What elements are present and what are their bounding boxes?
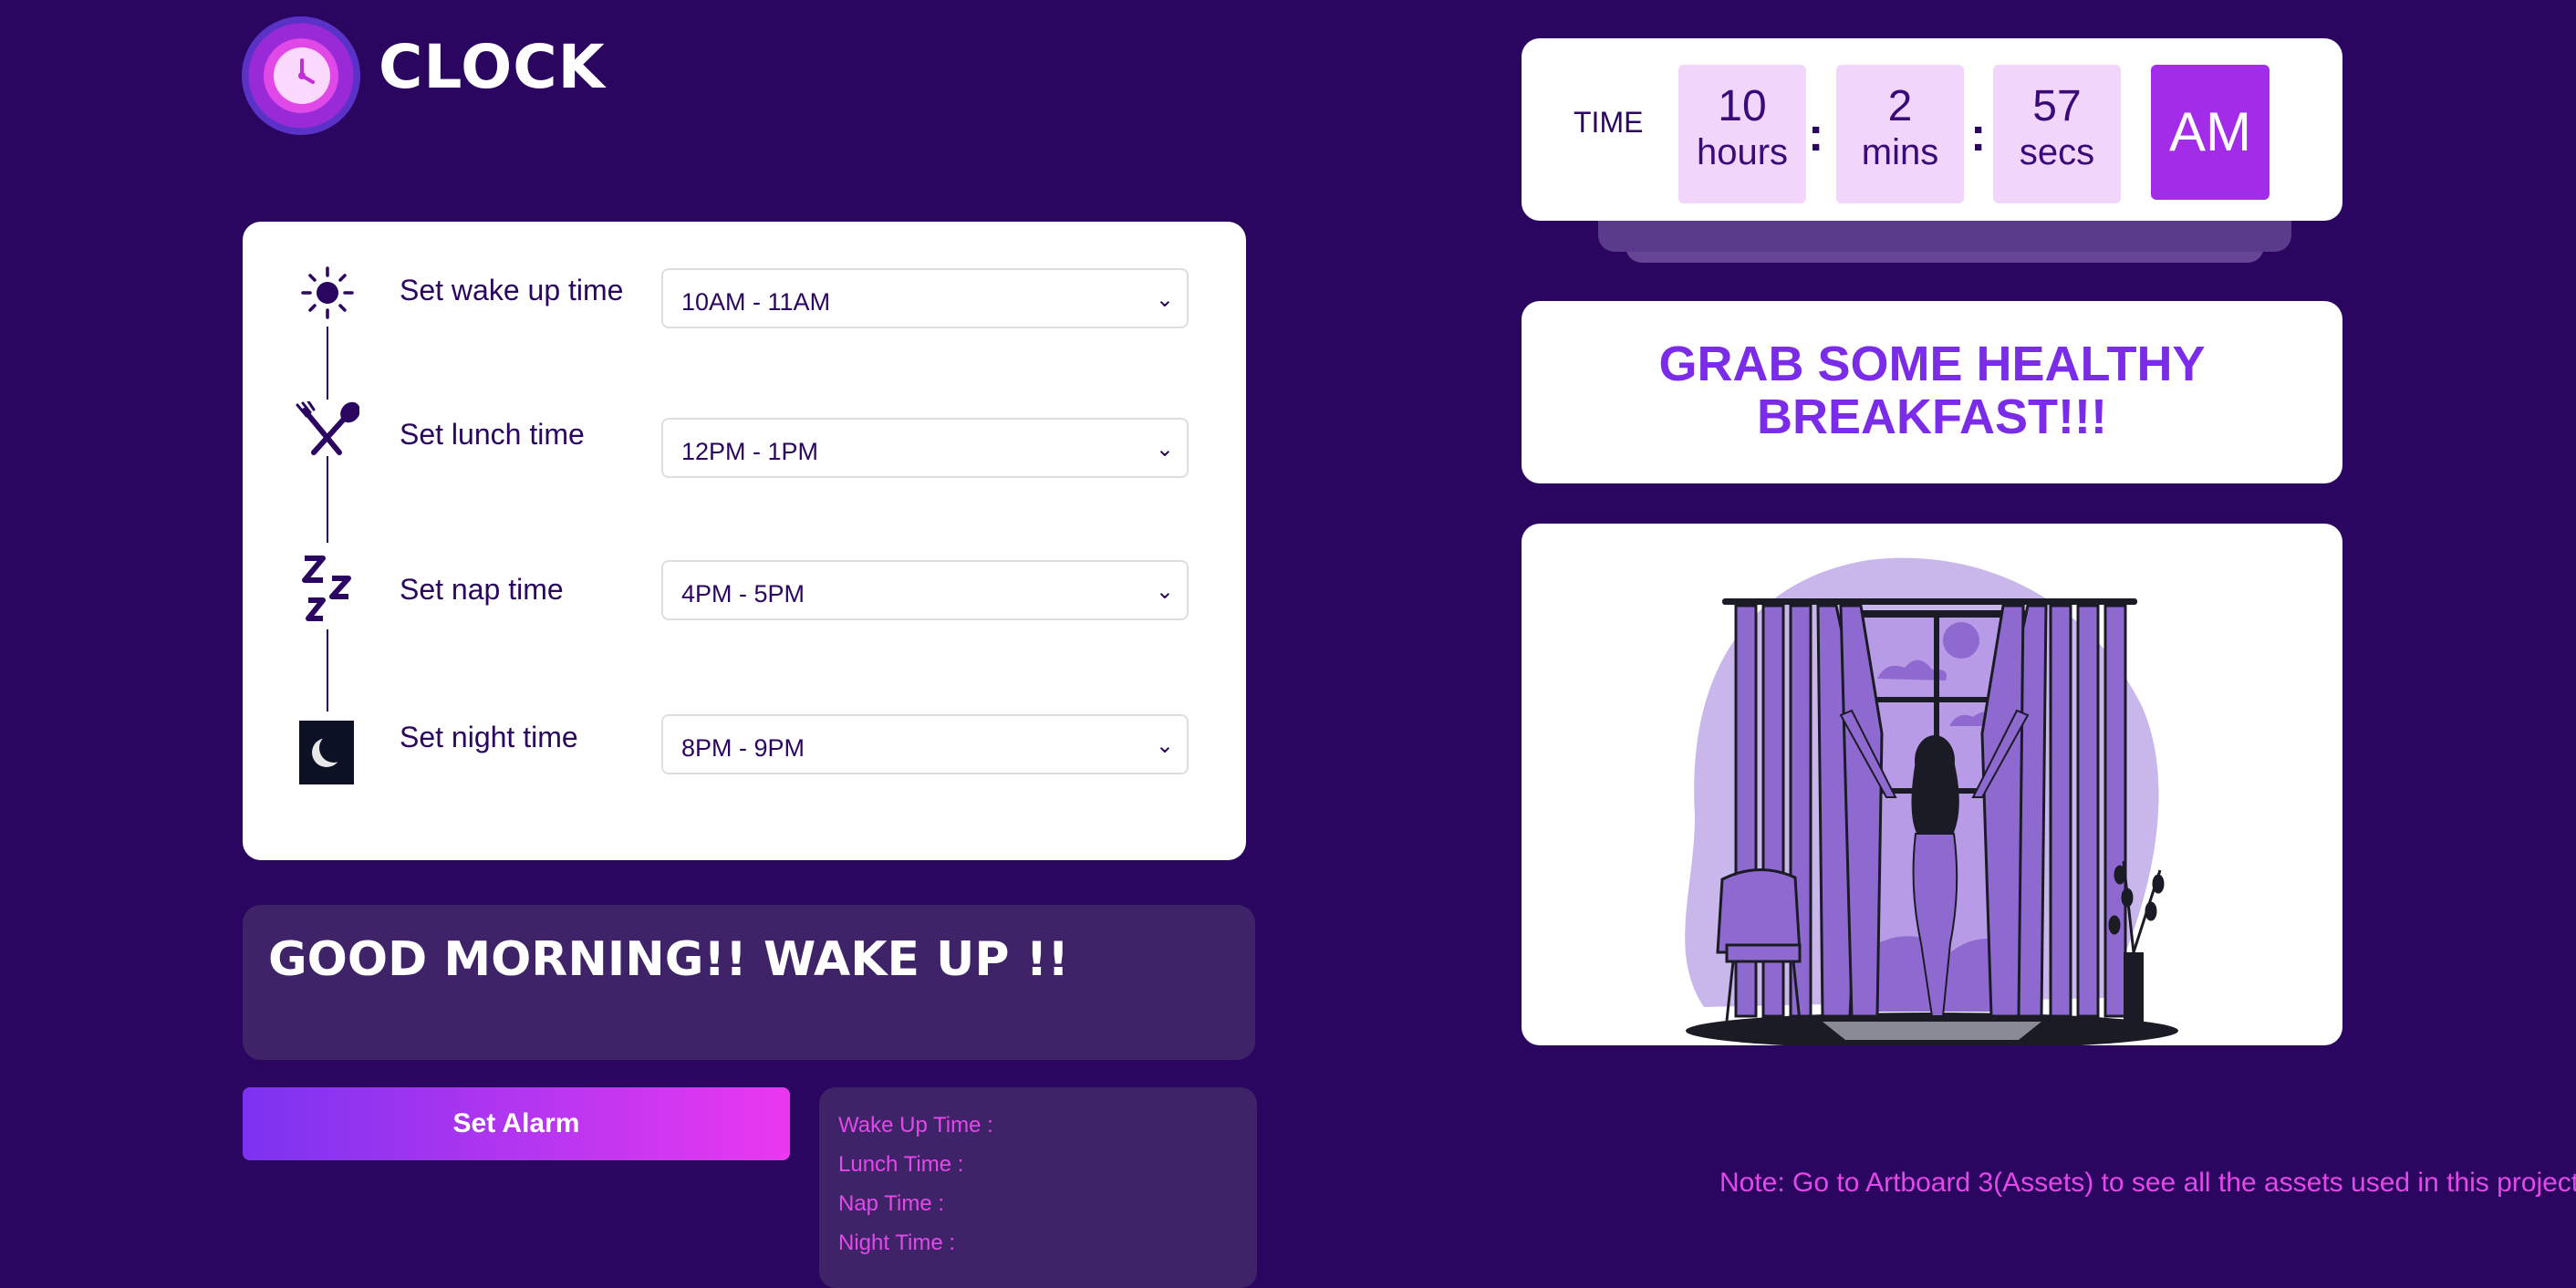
wake-up-time-summary: Wake Up Time : <box>838 1113 993 1137</box>
wake-time-value: 10AM - 11AM <box>681 288 831 316</box>
hours-value: 10 <box>1718 82 1767 130</box>
nap-time-value: 4PM - 5PM <box>681 580 805 608</box>
chevron-down-icon: ⌄ <box>1155 287 1174 312</box>
time-separator: : <box>1970 109 1987 161</box>
secs-unit: secs <box>2019 132 2095 172</box>
card-shadow <box>1598 215 2291 252</box>
secs-box: 57 secs <box>1993 65 2121 203</box>
greeting-text: GOOD MORNING!! WAKE UP !! <box>268 932 1070 987</box>
app-title: CLOCK <box>379 32 606 102</box>
chevron-down-icon: ⌄ <box>1155 579 1174 604</box>
set-alarm-button[interactable]: Set Alarm <box>243 1087 790 1160</box>
timeline-connector <box>327 327 328 400</box>
hours-unit: hours <box>1696 132 1789 172</box>
night-time-label: Set night time <box>400 721 578 753</box>
secs-value: 57 <box>2032 82 2082 130</box>
lunch-time-summary: Lunch Time : <box>838 1152 964 1177</box>
mins-box: 2 mins <box>1836 65 1964 203</box>
meal-message-line2: BREAKFAST!!! <box>1757 390 2107 444</box>
wake-time-select[interactable]: 10AM - 11AM ⌄ <box>661 268 1189 328</box>
chevron-down-icon: ⌄ <box>1155 733 1174 758</box>
wake-time-label: Set wake up time <box>400 274 624 306</box>
mins-value: 2 <box>1887 82 1913 130</box>
assets-note: Note: Go to Artboard 3(Assets) to see al… <box>1719 1168 2576 1198</box>
lunch-time-label: Set lunch time <box>400 418 585 451</box>
morning-window-illustration <box>1685 557 2178 1049</box>
am-pm-indicator: AM <box>2151 65 2270 200</box>
night-time-value: 8PM - 9PM <box>681 734 805 762</box>
nap-time-select[interactable]: 4PM - 5PM ⌄ <box>661 560 1189 620</box>
meal-message: GRAB SOME HEALTHY BREAKFAST!!! <box>1551 338 2313 443</box>
fork-spoon-icon <box>294 400 360 462</box>
time-separator: : <box>1808 109 1824 161</box>
clock-face-icon <box>274 47 330 104</box>
lunch-time-select[interactable]: 12PM - 1PM ⌄ <box>661 418 1189 478</box>
moon-icon <box>299 721 354 784</box>
mins-unit: mins <box>1861 132 1939 172</box>
illustration-card <box>1522 524 2342 1049</box>
nap-time-label: Set nap time <box>400 573 564 606</box>
night-time-select[interactable]: 8PM - 9PM ⌄ <box>661 714 1189 774</box>
chevron-down-icon: ⌄ <box>1155 437 1174 462</box>
sun-icon <box>301 266 354 324</box>
night-time-summary: Night Time : <box>838 1231 956 1255</box>
time-label: TIME <box>1574 106 1644 139</box>
meal-message-line1: GRAB SOME HEALTHY <box>1658 337 2206 391</box>
timeline-connector <box>327 629 328 712</box>
hours-box: 10 hours <box>1678 65 1806 203</box>
zzz-icon <box>301 555 354 630</box>
nap-time-summary: Nap Time : <box>838 1191 945 1216</box>
timeline-connector <box>327 456 328 543</box>
lunch-time-value: 12PM - 1PM <box>681 438 819 465</box>
